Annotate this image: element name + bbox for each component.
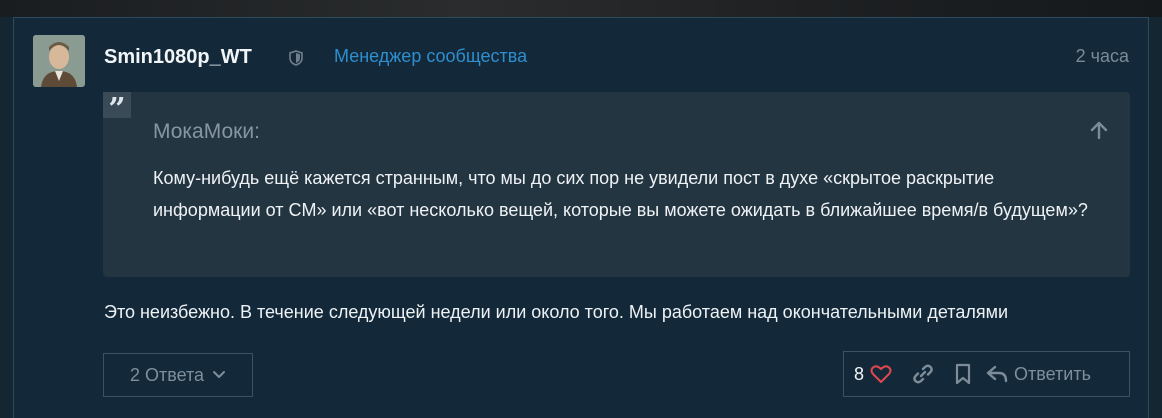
- arrow-up-icon[interactable]: [1088, 119, 1110, 141]
- reply-label: Ответить: [1014, 363, 1091, 384]
- reply-button[interactable]: Ответить: [986, 364, 1091, 385]
- page-header-strip: [0, 0, 1162, 17]
- chevron-down-icon: [213, 371, 226, 378]
- user-role-title[interactable]: Менеджер сообщества: [334, 46, 527, 67]
- shield-icon: [289, 50, 303, 66]
- like-count[interactable]: 8: [854, 364, 864, 385]
- link-icon[interactable]: [912, 363, 934, 385]
- avatar[interactable]: [33, 35, 85, 87]
- bookmark-icon[interactable]: [954, 363, 972, 385]
- forum-post: Smin1080p_WT Менеджер сообщества 2 часа …: [13, 17, 1149, 418]
- post-body: Это неизбежно. В течение следующей недел…: [104, 302, 1009, 322]
- quote-text: Кому-нибудь ещё кажется странным, что мы…: [153, 168, 1088, 220]
- avatar-portrait: [33, 35, 85, 87]
- post-actions: 8 Ответить: [843, 351, 1130, 397]
- quote-block: ” МокаМоки: Кому-нибудь ещё кажется стра…: [103, 92, 1130, 277]
- quote-author: МокаМоки:: [153, 120, 260, 143]
- heart-icon[interactable]: [870, 364, 892, 384]
- post-timestamp[interactable]: 2 часа: [1076, 46, 1129, 67]
- username[interactable]: Smin1080p_WT: [104, 46, 252, 69]
- quote-mark-icon: ”: [103, 92, 131, 127]
- show-replies-button[interactable]: 2 Ответа: [103, 353, 253, 397]
- reply-arrow-icon: [986, 365, 1008, 383]
- replies-label: 2 Ответа: [129, 364, 205, 385]
